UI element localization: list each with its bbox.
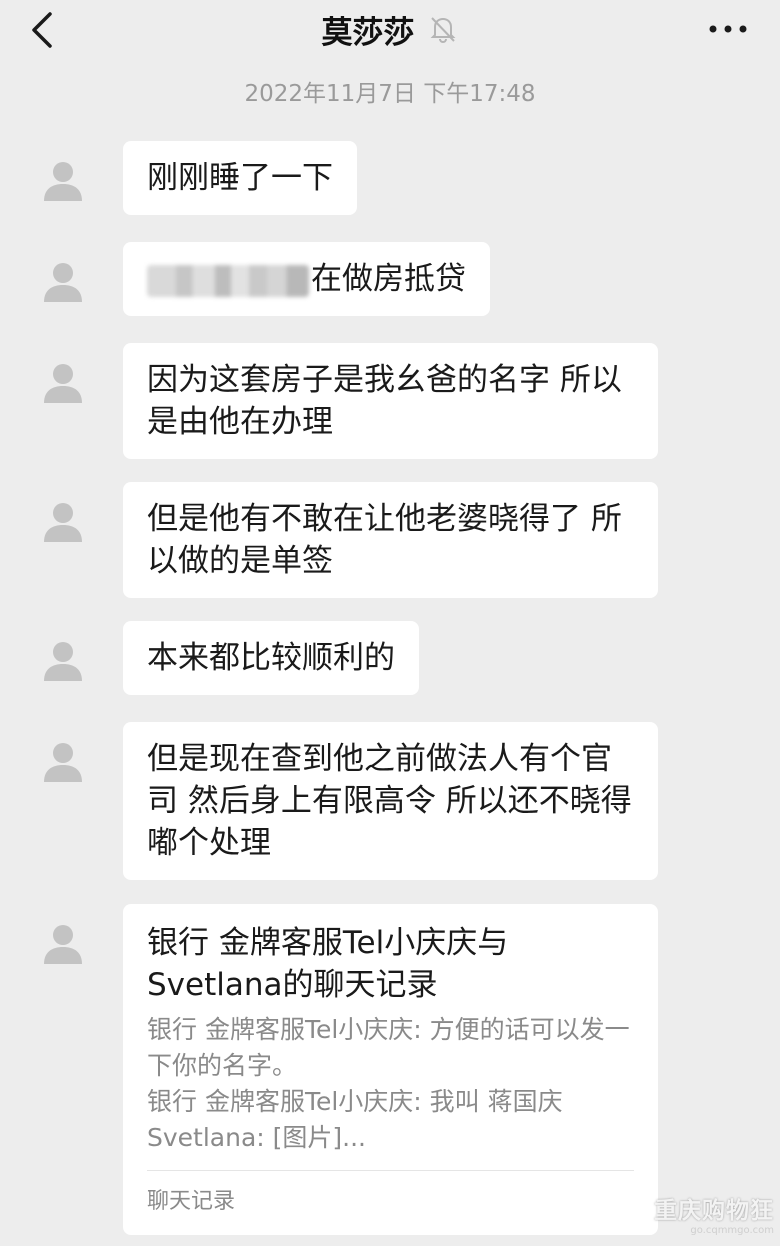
chat-record-footer: 聊天记录 [147,1189,236,1214]
avatar[interactable] [40,637,86,683]
watermark-text: 重庆购物狂 [654,1198,774,1224]
message-bubble[interactable]: 因为这套房子是我幺爸的名字 所以是由他在办理 [123,343,658,459]
chat-header: 莫莎莎 [0,0,780,66]
avatar[interactable] [40,359,86,405]
message-row: 但是现在查到他之前做法人有个官司 然后身上有限高令 所以还不晓得嘟个处理 [40,722,658,880]
message-bubble[interactable]: 但是现在查到他之前做法人有个官司 然后身上有限高令 所以还不晓得嘟个处理 [123,722,658,880]
message-timestamp: 2022年11月7日 下午17:48 [244,81,536,107]
avatar[interactable] [40,498,86,544]
message-bubble[interactable]: 但是他有不敢在让他老婆晓得了 所以做的是单签 [123,482,658,598]
avatar[interactable] [40,157,86,203]
watermark: 重庆购物狂 go.cqmmgo.com [654,1191,774,1236]
user-placeholder-icon [44,642,82,681]
avatar[interactable] [40,258,86,304]
chat-screen: 莫莎莎 2022年11月7日 下午17:48 刚刚睡了一下 在做房抵贷 因为这套… [0,0,780,1246]
user-placeholder-icon [44,162,82,201]
user-placeholder-icon [44,743,82,782]
message-row: 本来都比较顺利的 [40,621,419,695]
avatar[interactable] [40,738,86,784]
user-placeholder-icon [44,263,82,302]
message-row: 刚刚睡了一下 [40,141,357,215]
message-bubble[interactable]: 刚刚睡了一下 [123,141,357,215]
more-button[interactable] [706,14,750,44]
avatar[interactable] [40,920,86,966]
chat-record-preview: 银行 金牌客服Tel小庆庆: 方便的话可以发一下你的名字。 银行 金牌客服Tel… [147,1012,634,1156]
bell-off-icon [429,14,459,44]
title-area: 莫莎莎 [0,8,780,51]
chat-title: 莫莎莎 [321,14,415,51]
message-bubble[interactable]: 本来都比较顺利的 [123,621,419,695]
message-row: 在做房抵贷 [40,242,490,316]
user-placeholder-icon [44,364,82,403]
message-bubble[interactable]: 在做房抵贷 [123,242,490,316]
chat-record-card[interactable]: 银行 金牌客服Tel小庆庆与Svetlana的聊天记录 银行 金牌客服Tel小庆… [123,904,658,1235]
watermark-url: go.cqmmgo.com [690,1225,774,1236]
ellipsis-icon [709,25,747,33]
message-text: 在做房抵贷 [311,261,466,297]
message-row: 银行 金牌客服Tel小庆庆与Svetlana的聊天记录 银行 金牌客服Tel小庆… [40,904,658,1235]
redacted-text [147,264,309,297]
user-placeholder-icon [44,925,82,964]
chat-record-title: 银行 金牌客服Tel小庆庆与Svetlana的聊天记录 [147,925,509,1003]
chat-record-line: Svetlana: [图片]... [147,1123,366,1152]
chat-record-line: 银行 金牌客服Tel小庆庆: 方便的话可以发一下你的名字。 [147,1015,630,1080]
user-placeholder-icon [44,503,82,542]
message-row: 因为这套房子是我幺爸的名字 所以是由他在办理 [40,343,658,459]
message-row: 但是他有不敢在让他老婆晓得了 所以做的是单签 [40,482,658,598]
chat-record-line: 银行 金牌客服Tel小庆庆: 我叫 蒋国庆 [147,1087,563,1116]
